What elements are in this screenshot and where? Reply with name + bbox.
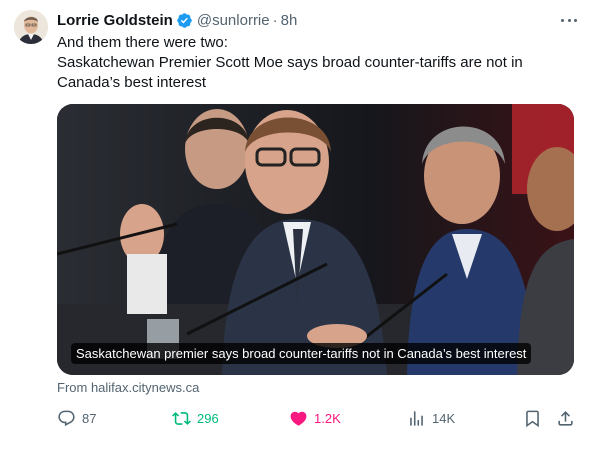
like-count: 1.2K [314, 410, 341, 426]
post-time[interactable]: 8h [281, 12, 298, 29]
avatar[interactable] [14, 10, 48, 44]
reply-button[interactable]: 87 [57, 407, 96, 429]
bookmark-icon [526, 410, 539, 427]
bookmark-button[interactable] [523, 407, 542, 429]
author-handle[interactable]: @sunlorrie [197, 12, 270, 29]
share-button[interactable] [556, 407, 575, 429]
author-name[interactable]: Lorrie Goldstein [57, 12, 173, 29]
reply-count: 87 [82, 410, 97, 426]
card-caption[interactable]: Saskatchewan premier says broad counter-… [71, 343, 532, 364]
repost-count: 296 [197, 410, 219, 426]
views-chart-icon [410, 410, 423, 426]
tweet-text-line: And them there were two: [57, 34, 228, 51]
views-button[interactable]: 14K [407, 407, 455, 429]
verified-badge-icon[interactable] [176, 12, 193, 29]
link-card[interactable]: Saskatchewan premier says broad counter-… [57, 104, 574, 375]
tweet-text: And them there were two: Saskatchewan Pr… [57, 33, 567, 93]
separator-dot: · [272, 11, 278, 29]
news-photo [57, 104, 574, 375]
card-source[interactable]: From halifax.citynews.ca [57, 380, 199, 395]
tweet-header: Lorrie Goldstein @sunlorrie · 8h [57, 10, 582, 30]
tweet-text-line: Canada’s best interest [57, 74, 206, 91]
heart-icon [290, 411, 307, 426]
like-button[interactable]: 1.2K [289, 407, 341, 429]
avatar-image [14, 10, 48, 44]
share-icon [558, 410, 573, 426]
repost-icon [172, 411, 191, 425]
views-count: 14K [432, 410, 456, 426]
tweet-text-line: Saskatchewan Premier Scott Moe says broa… [57, 54, 523, 71]
action-bar: 87 296 1.2K 14K [57, 407, 582, 429]
reply-icon [58, 410, 75, 426]
repost-button[interactable]: 296 [172, 407, 219, 429]
more-options-icon[interactable] [558, 12, 580, 28]
